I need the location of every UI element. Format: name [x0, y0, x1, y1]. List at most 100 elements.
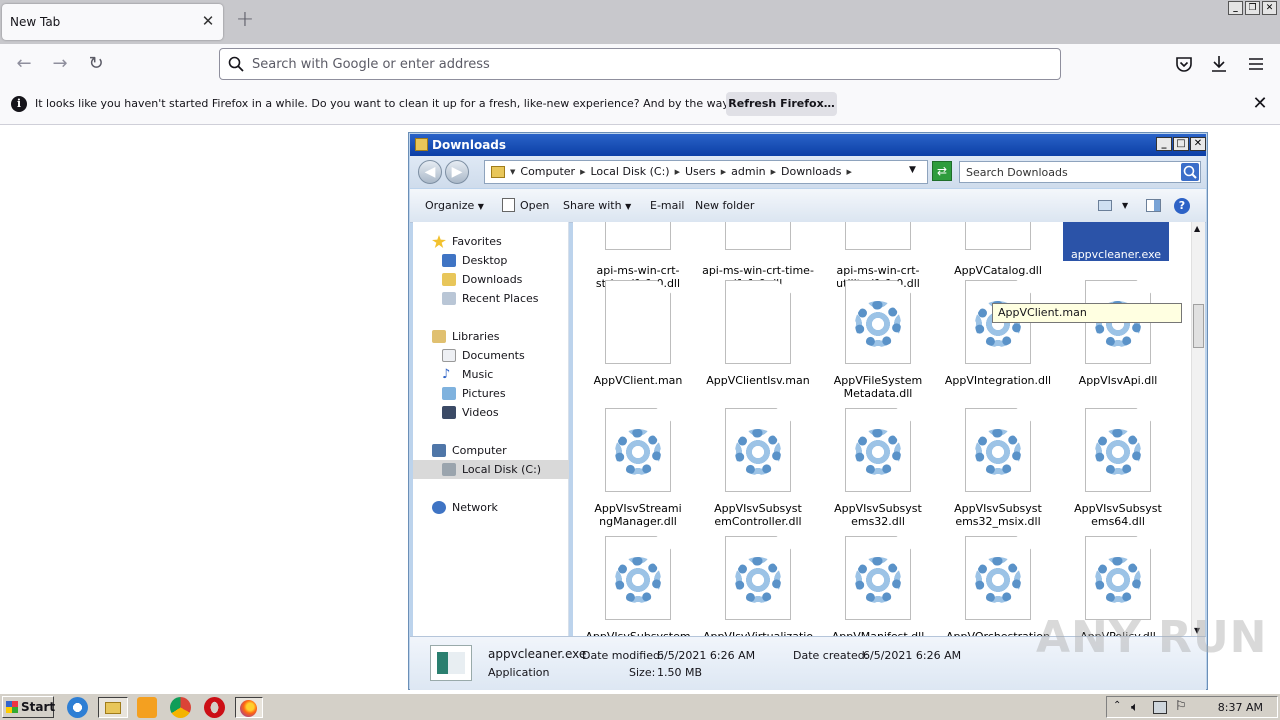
- forward-arrow-icon[interactable]: ▶: [445, 160, 469, 184]
- file-item[interactable]: AppVIsvStreamingManager.dll: [579, 408, 697, 528]
- file-item-selected[interactable]: appvcleaner.exe: [1063, 222, 1169, 261]
- file-item[interactable]: AppVCatalog.dll: [939, 222, 1057, 277]
- music-icon: ♪: [442, 367, 451, 382]
- file-item[interactable]: AppVIsvSubsystem: [579, 536, 697, 638]
- chevron-up-icon[interactable]: ⌃: [1113, 700, 1121, 711]
- firefox-taskbar-icon[interactable]: [235, 697, 263, 718]
- tab-strip: New Tab ✕ + _ ❐ ✕: [0, 0, 1280, 44]
- nav-local-disk[interactable]: Local Disk (C:): [413, 460, 569, 479]
- close-window-icon[interactable]: ✕: [1262, 1, 1277, 15]
- nav-videos[interactable]: Videos: [413, 403, 569, 422]
- close-icon[interactable]: ✕: [1190, 137, 1206, 151]
- file-item[interactable]: AppVClientIsv.man: [699, 280, 817, 387]
- breadcrumb-computer[interactable]: Computer: [520, 165, 575, 178]
- dll-file-icon: [1085, 408, 1151, 492]
- volume-icon[interactable]: 🔈︎: [1131, 700, 1139, 715]
- scroll-up-icon[interactable]: ▲: [1194, 224, 1200, 233]
- reload-icon[interactable]: ↻: [82, 50, 110, 78]
- share-with-button[interactable]: Share with ▼: [563, 199, 631, 212]
- file-item[interactable]: AppVIsvSubsystems64.dll: [1059, 408, 1177, 528]
- start-button[interactable]: Start: [2, 696, 55, 718]
- vertical-scrollbar[interactable]: ▲ ▼: [1191, 222, 1205, 638]
- file-name: AppVIsvSubsystems32.dll: [834, 502, 922, 528]
- file-item[interactable]: AppVIsvSubsystemController.dll: [699, 408, 817, 528]
- nav-desktop[interactable]: Desktop: [413, 251, 569, 270]
- tab-close-icon[interactable]: ✕: [199, 12, 217, 30]
- dll-file-icon: [845, 222, 911, 250]
- gear-icon: [975, 557, 1021, 603]
- file-item[interactable]: AppVIntegration.dll: [939, 280, 1057, 387]
- url-bar[interactable]: Search with Google or enter address: [219, 48, 1061, 80]
- file-item[interactable]: AppVFileSystemMetadata.dll: [819, 280, 937, 400]
- file-item[interactable]: AppVIsvSubsystems32.dll: [819, 408, 937, 528]
- file-item[interactable]: AppVIsvVirtualizatio: [699, 536, 817, 638]
- chevron-right-icon[interactable]: ▶: [771, 168, 776, 176]
- nav-documents[interactable]: Documents: [413, 346, 569, 365]
- close-icon[interactable]: ✕: [1250, 94, 1270, 114]
- breadcrumb[interactable]: ▼ Computer ▶ Local Disk (C:) ▶ Users ▶ a…: [484, 160, 928, 184]
- star-icon: [432, 235, 446, 248]
- internet-explorer-icon[interactable]: [67, 697, 88, 718]
- nav-computer[interactable]: Computer: [413, 441, 569, 460]
- organize-button[interactable]: Organize ▼: [425, 199, 484, 212]
- view-icon[interactable]: [1098, 200, 1112, 211]
- chevron-right-icon[interactable]: ▶: [721, 168, 726, 176]
- nav-music[interactable]: ♪ Music: [413, 365, 569, 384]
- url-input[interactable]: Search with Google or enter address: [252, 57, 490, 72]
- minimize-icon[interactable]: _: [1156, 137, 1172, 151]
- open-button[interactable]: Open: [520, 199, 549, 212]
- email-button[interactable]: E-mail: [650, 199, 685, 212]
- back-arrow-icon[interactable]: ←: [10, 50, 38, 78]
- network-tray-icon[interactable]: [1153, 701, 1167, 714]
- nav-downloads[interactable]: Downloads: [413, 270, 569, 289]
- refresh-icon[interactable]: ⇄: [932, 161, 952, 181]
- nav-favorites[interactable]: Favorites: [413, 232, 569, 251]
- breadcrumb-users[interactable]: Users: [685, 165, 716, 178]
- media-player-icon[interactable]: [137, 697, 157, 718]
- restore-icon[interactable]: ❐: [1245, 1, 1260, 15]
- minimize-icon[interactable]: _: [1228, 1, 1243, 15]
- chevron-down-icon[interactable]: ▼: [1122, 201, 1128, 210]
- file-item[interactable]: AppVIsvApi.dll: [1059, 280, 1177, 387]
- nav-network[interactable]: Network: [413, 498, 569, 517]
- search-input[interactable]: Search Downloads: [966, 166, 1068, 179]
- title-bar[interactable]: Downloads _ □ ✕: [410, 134, 1206, 156]
- opera-icon[interactable]: [204, 697, 225, 718]
- refresh-firefox-button[interactable]: Refresh Firefox…: [726, 92, 837, 116]
- back-arrow-icon[interactable]: ◀: [418, 160, 442, 184]
- file-name: AppVIsvSubsystems32_msix.dll: [954, 502, 1042, 528]
- search-box[interactable]: Search Downloads: [959, 161, 1201, 183]
- nav-pictures[interactable]: Pictures: [413, 384, 569, 403]
- nav-recent-places[interactable]: Recent Places: [413, 289, 569, 308]
- breadcrumb-local-disk[interactable]: Local Disk (C:): [590, 165, 669, 178]
- scrollbar-thumb[interactable]: [1193, 304, 1204, 348]
- forward-arrow-icon[interactable]: →: [46, 50, 74, 78]
- preview-pane-icon[interactable]: [1146, 199, 1161, 212]
- chevron-right-icon[interactable]: ▶: [580, 168, 585, 176]
- search-icon: [228, 56, 244, 72]
- network-icon: [432, 501, 446, 514]
- clock[interactable]: 8:37 AM: [1218, 701, 1263, 714]
- chevron-right-icon[interactable]: ▶: [846, 168, 851, 176]
- search-icon[interactable]: [1181, 163, 1199, 181]
- menu-icon[interactable]: [1245, 53, 1267, 75]
- nav-label: Favorites: [452, 235, 502, 248]
- file-item[interactable]: AppVManifest.dll: [819, 536, 937, 638]
- new-tab-plus-icon[interactable]: +: [234, 9, 256, 32]
- history-dropdown-icon[interactable]: ▼: [909, 165, 916, 175]
- explorer-taskbar-icon[interactable]: [98, 697, 128, 718]
- pocket-icon[interactable]: [1173, 53, 1195, 75]
- maximize-icon[interactable]: □: [1173, 137, 1189, 151]
- file-item[interactable]: AppVClient.man: [579, 280, 697, 387]
- help-icon[interactable]: ?: [1174, 198, 1190, 214]
- breadcrumb-downloads[interactable]: Downloads: [781, 165, 841, 178]
- flag-icon[interactable]: ⚐: [1175, 699, 1187, 714]
- tab-new-tab[interactable]: New Tab ✕: [2, 4, 223, 40]
- download-icon[interactable]: [1208, 53, 1230, 75]
- chrome-icon[interactable]: [170, 697, 191, 718]
- breadcrumb-admin[interactable]: admin: [731, 165, 765, 178]
- new-folder-button[interactable]: New folder: [695, 199, 754, 212]
- file-item[interactable]: AppVIsvSubsystems32_msix.dll: [939, 408, 1057, 528]
- chevron-right-icon[interactable]: ▶: [675, 168, 680, 176]
- nav-libraries[interactable]: Libraries: [413, 327, 569, 346]
